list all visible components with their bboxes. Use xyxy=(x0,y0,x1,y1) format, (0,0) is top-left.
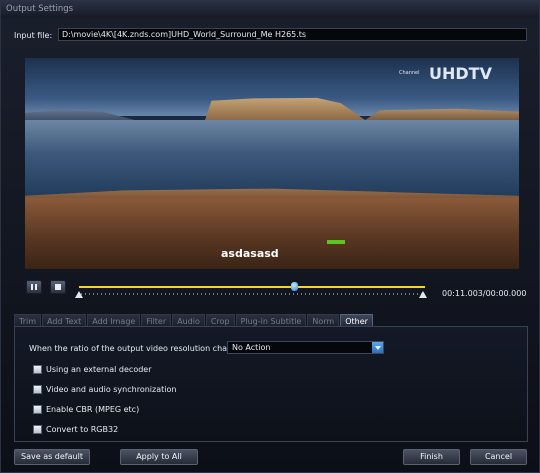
stop-button[interactable] xyxy=(50,280,66,294)
cancel-button[interactable]: Cancel xyxy=(470,449,527,465)
cbr-label: Enable CBR (MPEG etc) xyxy=(46,405,140,414)
progress-ticks xyxy=(81,293,423,295)
output-settings-window: Output Settings Input file: D:\movie\4K\… xyxy=(0,0,540,473)
pause-button[interactable] xyxy=(26,280,42,294)
channel-logo-small: Channel xyxy=(399,70,420,76)
input-file-label: Input file: xyxy=(14,31,53,40)
subtitle-preview-text: asdasasd xyxy=(221,247,279,260)
external-decoder-label: Using an external decoder xyxy=(46,365,152,374)
input-file-field[interactable]: D:\movie\4K\[4K.znds.com]UHD_World_Surro… xyxy=(58,28,527,41)
chevron-down-icon[interactable] xyxy=(372,342,383,353)
ratio-action-select[interactable]: No Action xyxy=(227,341,384,354)
cbr-checkbox[interactable] xyxy=(33,405,42,414)
ratio-label: When the ratio of the output video resol… xyxy=(29,344,252,353)
stop-icon xyxy=(55,284,61,290)
video-preview: Channel UHDTV asdasasd xyxy=(25,58,519,269)
title-bar: Output Settings xyxy=(1,1,539,18)
ratio-action-value: No Action xyxy=(232,343,271,352)
trim-start-marker[interactable] xyxy=(75,291,83,298)
trim-end-marker[interactable] xyxy=(419,291,427,298)
external-decoder-checkbox[interactable] xyxy=(33,365,42,374)
window-title: Output Settings xyxy=(6,4,74,14)
av-sync-label: Video and audio synchronization xyxy=(46,385,177,394)
rgb32-label: Convert to RGB32 xyxy=(46,425,119,434)
save-as-default-button[interactable]: Save as default xyxy=(14,449,90,465)
progress-track[interactable] xyxy=(79,286,425,288)
av-sync-checkbox[interactable] xyxy=(33,385,42,394)
apply-to-all-button[interactable]: Apply to All xyxy=(120,449,198,465)
uhdtv-logo: UHDTV xyxy=(429,64,492,83)
rgb32-checkbox[interactable] xyxy=(33,425,42,434)
time-readout: 00:11.003/00:00.000 xyxy=(442,289,527,298)
pause-icon xyxy=(31,284,37,290)
finish-button[interactable]: Finish xyxy=(403,449,460,465)
playhead-handle[interactable] xyxy=(290,282,298,291)
watermark-image xyxy=(327,240,345,244)
